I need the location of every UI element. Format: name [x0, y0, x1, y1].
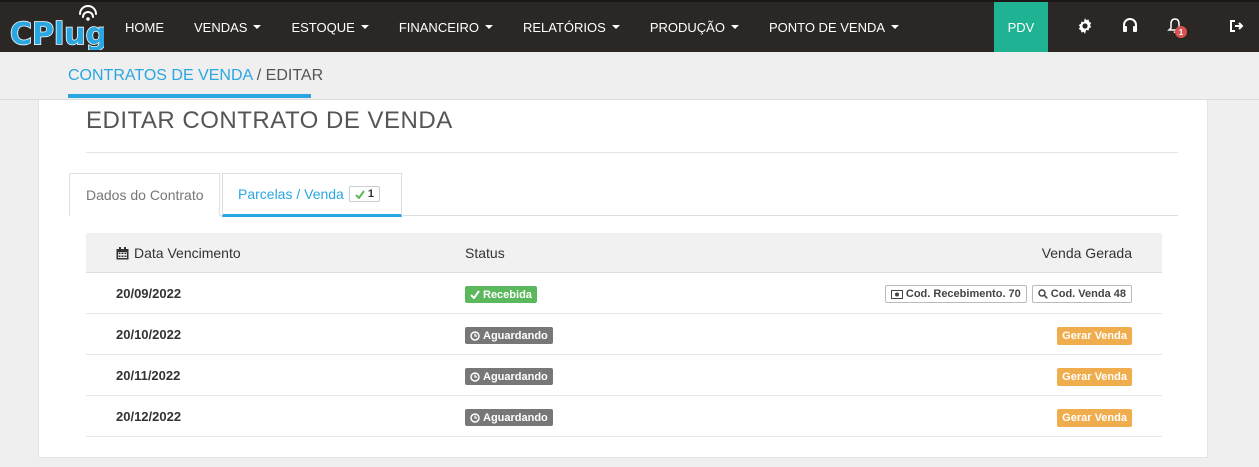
nav-financeiro[interactable]: FINANCEIRO [384, 2, 508, 52]
nav-producao[interactable]: PRODUÇÃO [635, 2, 754, 52]
cplug-logo[interactable]: CPlug [8, 4, 108, 53]
nav-financeiro-label: FINANCEIRO [398, 19, 479, 35]
row-date: 20/12/2022 [116, 409, 182, 424]
top-navbar: CPlug HOME VENDAS ESTOQUE FINANCEIRO REL… [0, 0, 1259, 53]
search-icon [1038, 289, 1048, 299]
nav-relatorios[interactable]: RELATÓRIOS [508, 2, 635, 52]
row-actions: Gerar Venda [1057, 408, 1132, 427]
breadcrumb: CONTRATOS DE VENDA / EDITAR [68, 67, 323, 85]
table-row: 20/12/2022 Aguardando Gerar Venda [86, 396, 1162, 437]
pdv-label: PDV [1007, 19, 1035, 35]
clock-icon [470, 371, 480, 382]
nav-ponto-de-venda[interactable]: PONTO DE VENDA [754, 2, 914, 52]
page-title: EDITAR CONTRATO DE VENDA [86, 107, 453, 134]
check-icon [470, 290, 480, 299]
check-icon [355, 189, 365, 199]
nav-ponto-de-venda-label: PONTO DE VENDA [768, 19, 886, 35]
row-date: 20/10/2022 [116, 327, 182, 342]
breadcrumb-current: EDITAR [265, 67, 324, 84]
header-date-label: Data Vencimento [134, 245, 241, 261]
row-date: 20/09/2022 [116, 286, 182, 301]
table-header: Data Vencimento Status Venda Gerada [86, 233, 1162, 273]
status-label: Aguardando [483, 370, 548, 383]
header-venda-gerada[interactable]: Venda Gerada [1042, 245, 1132, 261]
nav-home-label: HOME [125, 19, 164, 35]
title-divider [86, 152, 1178, 153]
breadcrumb-bar: CONTRATOS DE VENDA / EDITAR [0, 52, 1259, 100]
cod-recebimento-button[interactable]: Cod. Recebimento. 70 [884, 285, 1027, 303]
gear-icon[interactable] [1075, 16, 1095, 36]
status-badge: Aguardando [465, 368, 553, 385]
status-label: Aguardando [483, 329, 548, 342]
nav-vendas-label: VENDAS [194, 19, 248, 35]
header-data-vencimento[interactable]: Data Vencimento [116, 245, 241, 261]
tab-parcelas-venda[interactable]: Parcelas / Venda 1 [222, 173, 402, 217]
cod-venda-label: Cod. Venda 48 [1050, 288, 1126, 300]
clock-icon [470, 330, 480, 341]
tab-count-value: 1 [367, 188, 374, 200]
clock-icon [470, 412, 480, 423]
money-icon [890, 289, 903, 299]
nav-estoque[interactable]: ESTOQUE [276, 2, 383, 52]
status-label: Recebida [483, 288, 532, 301]
row-actions: Gerar Venda [1057, 367, 1132, 386]
status-badge: Aguardando [465, 409, 553, 426]
parcelas-table: Data Vencimento Status Venda Gerada 20/0… [86, 233, 1162, 437]
svg-text:CPlug: CPlug [10, 17, 104, 50]
logo-graphic: CPlug [9, 5, 108, 53]
caret-down-icon [484, 25, 493, 29]
row-actions: Gerar Venda [1057, 326, 1132, 345]
gerar-venda-button[interactable]: Gerar Venda [1057, 368, 1132, 386]
status-badge: Recebida [465, 286, 537, 303]
notification-badge: 1 [1175, 26, 1187, 38]
logout-icon[interactable] [1227, 16, 1247, 36]
nav-producao-label: PRODUÇÃO [649, 19, 725, 35]
table-row: 20/11/2022 Aguardando Gerar Venda [86, 355, 1162, 396]
caret-down-icon [360, 25, 369, 29]
breadcrumb-underline [68, 94, 311, 98]
gerar-venda-button[interactable]: Gerar Venda [1057, 409, 1132, 427]
headset-icon[interactable] [1120, 16, 1140, 36]
bell-icon[interactable]: 1 [1165, 16, 1187, 38]
pdv-button[interactable]: PDV [994, 2, 1048, 52]
row-actions: Cod. Recebimento. 70 Cod. Venda 48 [884, 285, 1132, 303]
nav-home[interactable]: HOME [110, 2, 179, 52]
table-row: 20/10/2022 Aguardando Gerar Venda [86, 314, 1162, 355]
table-row: 20/09/2022 Recebida Cod. Recebimento. 70… [86, 273, 1162, 314]
cod-venda-button[interactable]: Cod. Venda 48 [1031, 285, 1132, 303]
tab-parcelas-label: Parcelas / Venda [238, 186, 344, 202]
caret-down-icon [730, 25, 739, 29]
tab-dados-contrato[interactable]: Dados do Contrato [69, 173, 220, 216]
caret-down-icon [253, 25, 262, 29]
row-date: 20/11/2022 [116, 368, 181, 383]
tab-count-badge: 1 [348, 186, 380, 202]
caret-down-icon [891, 25, 900, 29]
main-menu: HOME VENDAS ESTOQUE FINANCEIRO RELATÓRIO… [110, 2, 914, 52]
calendar-icon [116, 246, 129, 259]
nav-vendas[interactable]: VENDAS [179, 2, 276, 52]
nav-estoque-label: ESTOQUE [291, 19, 355, 35]
nav-relatorios-label: RELATÓRIOS [522, 19, 606, 35]
caret-down-icon [611, 25, 620, 29]
status-badge: Aguardando [465, 327, 553, 344]
status-label: Aguardando [483, 411, 548, 424]
breadcrumb-separator: / [252, 67, 266, 84]
gerar-venda-button[interactable]: Gerar Venda [1057, 327, 1132, 345]
contract-card: EDITAR CONTRATO DE VENDA Dados do Contra… [38, 100, 1208, 458]
header-status[interactable]: Status [465, 245, 505, 261]
cod-recebimento-label: Cod. Recebimento. 70 [905, 288, 1021, 300]
breadcrumb-contratos-link[interactable]: CONTRATOS DE VENDA [68, 67, 252, 84]
tab-dados-label: Dados do Contrato [86, 187, 204, 203]
